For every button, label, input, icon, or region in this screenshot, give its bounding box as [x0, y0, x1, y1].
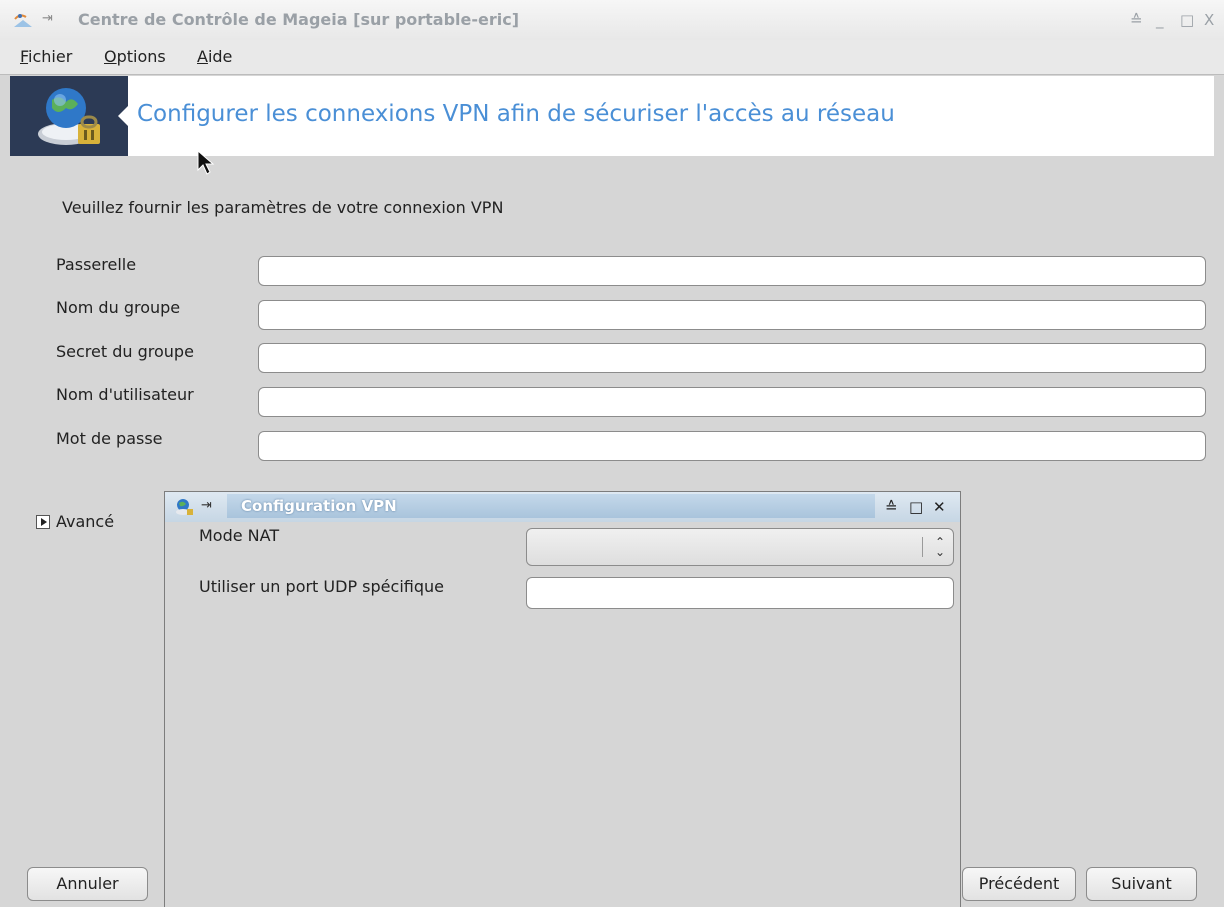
form-intro: Veuillez fournir les paramètres de votre…	[62, 198, 504, 217]
previous-button[interactable]: Précédent	[962, 867, 1076, 901]
nom-groupe-field[interactable]	[258, 300, 1206, 330]
menu-fichier[interactable]: Fichier	[20, 47, 72, 66]
dialog-pin-icon[interactable]: ⇥	[201, 498, 212, 513]
next-button[interactable]: Suivant	[1086, 867, 1197, 901]
cancel-button[interactable]: Annuler	[27, 867, 148, 901]
mot-de-passe-field[interactable]	[258, 431, 1206, 461]
nom-utilisateur-field[interactable]	[258, 387, 1206, 417]
nom-utilisateur-label: Nom d'utilisateur	[56, 385, 194, 404]
window-title: Centre de Contrôle de Mageia [sur portab…	[78, 10, 520, 29]
mouse-cursor-icon	[197, 150, 215, 175]
title-bar: ⇥ Centre de Contrôle de Mageia [sur port…	[0, 0, 1224, 41]
dialog-title-bar: ⇥ Configuration VPN ≙ □ ✕	[165, 492, 960, 522]
menu-aide[interactable]: Aide	[197, 47, 232, 66]
mot-de-passe-label: Mot de passe	[56, 429, 163, 448]
advanced-expander[interactable]: Avancé	[36, 512, 114, 531]
udp-port-label: Utiliser un port UDP spécifique	[199, 577, 444, 596]
page-title: Configurer les connexions VPN afin de sé…	[137, 101, 895, 127]
dialog-shade-button-icon[interactable]: ≙	[885, 498, 898, 516]
page-banner: Configurer les connexions VPN afin de sé…	[10, 76, 1214, 156]
menu-options[interactable]: Options	[104, 47, 166, 66]
advanced-label: Avancé	[56, 512, 115, 531]
pin-icon[interactable]: ⇥	[42, 11, 53, 26]
close-button-icon[interactable]: X	[1204, 11, 1214, 29]
minimize-button-icon[interactable]: _	[1156, 11, 1164, 29]
nat-mode-label: Mode NAT	[199, 526, 280, 545]
dialog-close-button-icon[interactable]: ✕	[933, 498, 946, 516]
nat-mode-select[interactable]: ⌃ ⌄	[526, 528, 954, 566]
dialog-maximize-button-icon[interactable]: □	[909, 498, 923, 516]
combo-separator	[922, 537, 923, 557]
banner-icon-area	[10, 76, 128, 156]
nom-groupe-label: Nom du groupe	[56, 298, 181, 317]
shade-button-icon[interactable]: ≙	[1130, 11, 1143, 29]
vpn-dialog-icon	[176, 499, 193, 515]
passerelle-field[interactable]	[258, 256, 1206, 286]
vpn-config-dialog: ⇥ Configuration VPN ≙ □ ✕ Mode NAT ⌃ ⌄ Ut…	[164, 491, 961, 907]
expander-arrow-icon	[36, 515, 50, 529]
maximize-button-icon[interactable]: □	[1180, 11, 1194, 29]
udp-port-field[interactable]	[526, 577, 954, 609]
secret-groupe-label: Secret du groupe	[56, 342, 194, 361]
dialog-title: Configuration VPN	[241, 497, 397, 515]
menu-bar: Fichier Options Aide	[0, 40, 1224, 75]
vpn-globe-icon	[38, 88, 100, 145]
banner-arrow	[118, 104, 130, 128]
passerelle-label: Passerelle	[56, 255, 137, 274]
up-down-arrows-icon: ⌃ ⌄	[934, 535, 945, 559]
mageia-app-icon	[14, 14, 32, 27]
secret-groupe-field[interactable]	[258, 343, 1206, 373]
